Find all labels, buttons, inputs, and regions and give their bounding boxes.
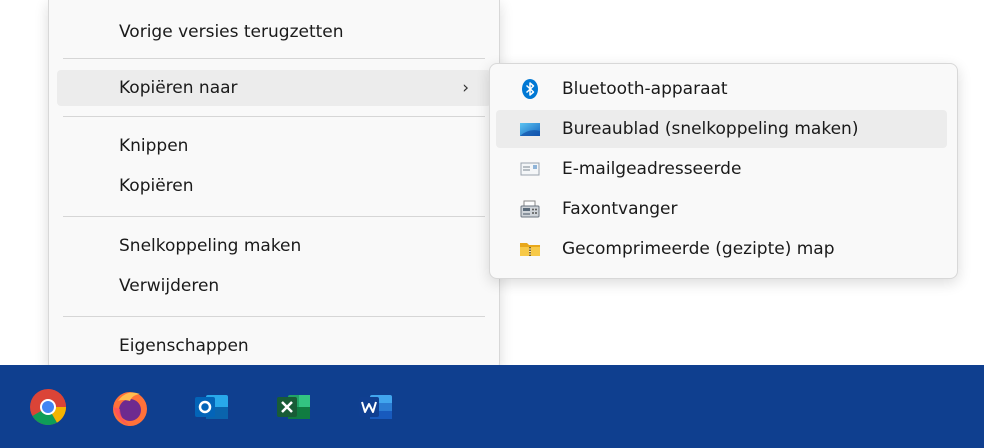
menu-item-label: Verwijderen — [119, 276, 220, 296]
menu-separator — [63, 316, 485, 317]
context-menu: Vorige versies terugzetten Kopiëren naar… — [48, 0, 500, 371]
firefox-icon[interactable] — [108, 385, 152, 429]
menu-item-restore-previous-versions[interactable]: Vorige versies terugzetten — [57, 14, 491, 50]
menu-item-create-shortcut[interactable]: Snelkoppeling maken — [57, 228, 491, 264]
menu-item-label: Kopiëren naar — [119, 78, 238, 98]
copy-to-submenu: Bluetooth-apparaat Bureaublad (snelkoppe… — [489, 63, 958, 279]
menu-separator — [63, 58, 485, 59]
submenu-item-bluetooth-device[interactable]: Bluetooth-apparaat — [496, 70, 947, 108]
submenu-item-label: Gecomprimeerde (gezipte) map — [562, 239, 835, 259]
outlook-icon[interactable] — [190, 385, 234, 429]
menu-item-delete[interactable]: Verwijderen — [57, 268, 491, 304]
menu-item-label: Snelkoppeling maken — [119, 236, 302, 256]
submenu-item-desktop-shortcut[interactable]: Bureaublad (snelkoppeling maken) — [496, 110, 947, 148]
menu-item-label: Kopiëren — [119, 176, 194, 196]
menu-item-cut[interactable]: Knippen — [57, 128, 491, 164]
menu-separator — [63, 216, 485, 217]
zip-folder-icon — [520, 243, 540, 256]
excel-icon[interactable] — [272, 385, 316, 429]
submenu-item-fax-recipient[interactable]: Faxontvanger — [496, 190, 947, 228]
menu-item-copy-to[interactable]: Kopiëren naar › — [57, 70, 491, 106]
submenu-item-label: E-mailgeadresseerde — [562, 159, 742, 179]
mail-recipient-icon — [520, 162, 540, 176]
submenu-item-mail-recipient[interactable]: E-mailgeadresseerde — [496, 150, 947, 188]
submenu-item-label: Bluetooth-apparaat — [562, 79, 728, 99]
menu-item-properties[interactable]: Eigenschappen — [57, 328, 491, 364]
bluetooth-icon — [522, 79, 538, 99]
word-icon[interactable] — [354, 385, 398, 429]
submenu-item-label: Bureaublad (snelkoppeling maken) — [562, 119, 859, 139]
taskbar — [0, 365, 984, 448]
chrome-icon[interactable] — [26, 385, 70, 429]
menu-separator — [63, 116, 485, 117]
menu-item-label: Knippen — [119, 136, 189, 156]
submenu-item-label: Faxontvanger — [562, 199, 678, 219]
menu-item-copy[interactable]: Kopiëren — [57, 168, 491, 204]
desktop-icon — [520, 123, 540, 136]
menu-item-label: Eigenschappen — [119, 336, 249, 356]
submenu-item-zip-folder[interactable]: Gecomprimeerde (gezipte) map — [496, 230, 947, 268]
fax-icon — [520, 200, 540, 218]
chevron-right-icon: › — [462, 78, 469, 98]
menu-item-label: Vorige versies terugzetten — [119, 22, 344, 42]
